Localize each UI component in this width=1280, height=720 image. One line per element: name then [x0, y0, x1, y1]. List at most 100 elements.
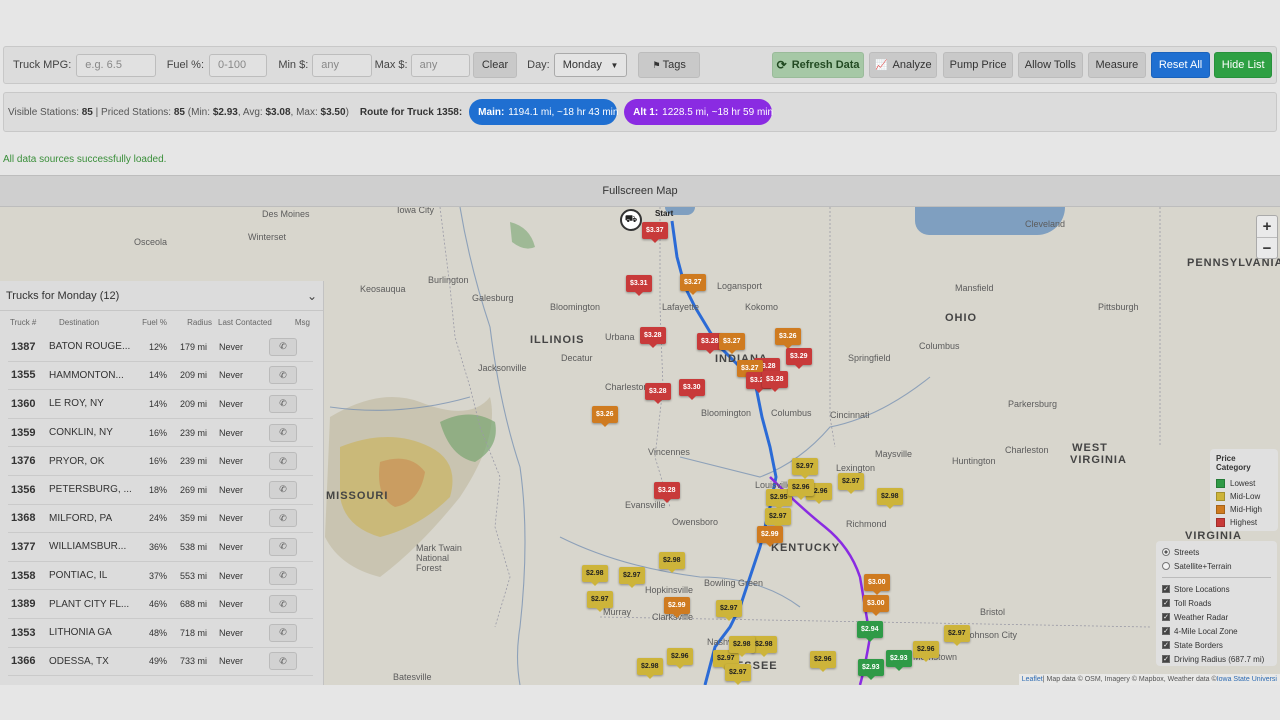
price-marker[interactable]: $2.96 — [810, 651, 836, 672]
price-marker[interactable]: $3.00 — [863, 595, 889, 616]
whatsapp-message-button[interactable]: ✆ — [269, 337, 297, 356]
whatsapp-message-button[interactable]: ✆ — [269, 595, 297, 614]
truck-row[interactable]: 1387 BATON ROUGE... 12% 179 mi Never ✆ — [8, 333, 313, 362]
map-label-winterset: Winterset — [248, 232, 287, 242]
overlay-store-locations[interactable]: ✓ Store Locations — [1162, 582, 1271, 596]
refresh-data-button[interactable]: ⟳ Refresh Data — [771, 52, 865, 78]
whatsapp-message-button[interactable]: ✆ — [269, 537, 297, 556]
price-marker[interactable]: $3.26 — [592, 406, 618, 427]
truck-row[interactable]: 1389 PLANT CITY FL... 46% 688 mi Never ✆ — [8, 590, 313, 619]
price-marker[interactable]: $3.28 — [645, 383, 671, 404]
price-marker[interactable]: $2.93 — [886, 650, 912, 671]
truck-start-icon[interactable]: ⛟ — [620, 209, 642, 231]
overlay-local-zone[interactable]: ✓ 4-Mile Local Zone — [1162, 624, 1271, 638]
main-route-pill[interactable]: Main: 1194.1 mi, ~18 hr 43 min — [469, 99, 618, 125]
price-marker[interactable]: $3.31 — [626, 275, 652, 296]
zoom-out-button[interactable]: − — [1257, 237, 1277, 258]
tags-button[interactable]: ⚑ Tags — [638, 52, 700, 78]
price-marker[interactable]: $3.00 — [864, 574, 890, 595]
truck-row[interactable]: 1376 PRYOR, OK 16% 239 mi Never ✆ — [8, 447, 313, 476]
analyze-button[interactable]: 📈 Analyze — [869, 52, 938, 78]
map-label-vincennes: Vincennes — [648, 447, 690, 457]
price-marker[interactable]: $2.96 — [913, 641, 939, 662]
layer-option-streets[interactable]: Streets — [1162, 545, 1271, 559]
price-marker[interactable]: $2.97 — [587, 591, 613, 612]
mpg-input[interactable]: e.g. 6.5 — [76, 53, 156, 77]
whatsapp-message-button[interactable]: ✆ — [269, 394, 297, 413]
price-marker[interactable]: $2.99 — [664, 597, 690, 618]
price-marker[interactable]: $2.97 — [838, 473, 864, 494]
price-marker[interactable]: $2.94 — [857, 621, 883, 642]
overlay-toll-roads[interactable]: ✓ Toll Roads — [1162, 596, 1271, 610]
layer-option-satellite[interactable]: Satellite+Terrain — [1162, 559, 1271, 573]
price-marker[interactable]: $2.98 — [659, 552, 685, 573]
fullscreen-map-button[interactable]: Fullscreen Map — [0, 175, 1280, 207]
price-marker[interactable]: $3.30 — [679, 379, 705, 400]
truck-row[interactable]: 1356 PETERSBURG, ... 18% 269 mi Never ✆ — [8, 476, 313, 505]
price-marker[interactable]: $2.98 — [751, 636, 777, 657]
truck-row[interactable]: 1368 MILFORD, PA 24% 359 mi Never ✆ — [8, 505, 313, 534]
overlay-weather-radar[interactable]: ✓ Weather Radar — [1162, 610, 1271, 624]
price-marker[interactable]: $2.97 — [944, 625, 970, 646]
whatsapp-message-button[interactable]: ✆ — [269, 452, 297, 471]
truck-row[interactable]: 1355 HAMMONTON... 14% 209 mi Never ✆ — [8, 362, 313, 391]
map-label-springfield: Springfield — [848, 353, 891, 363]
pump-price-button[interactable]: Pump Price — [943, 52, 1013, 78]
price-marker[interactable]: $3.27 — [680, 274, 706, 295]
leaflet-link[interactable]: Leaflet — [1022, 676, 1043, 683]
price-marker[interactable]: $2.97 — [792, 458, 818, 479]
price-marker[interactable]: $2.97 — [716, 600, 742, 621]
whatsapp-message-button[interactable]: ✆ — [269, 652, 297, 671]
price-marker[interactable]: $2.96 — [667, 648, 693, 669]
alt-route-pill[interactable]: Alt 1: 1228.5 mi, ~18 hr 59 min — [624, 99, 773, 125]
price-marker[interactable]: $3.27 — [719, 333, 745, 354]
price-marker[interactable]: $2.98 — [729, 636, 755, 657]
whatsapp-message-button[interactable]: ✆ — [269, 623, 297, 642]
overlay-state-borders[interactable]: ✓ State Borders — [1162, 638, 1271, 652]
stats-close-paren: ) — [345, 106, 349, 118]
truck-row[interactable]: 1358 PONTIAC, IL 37% 553 mi Never ✆ — [8, 562, 313, 591]
truck-row[interactable]: 1359 CONKLIN, NY 16% 239 mi Never ✆ — [8, 419, 313, 448]
truck-row[interactable]: 1353 LITHONIA GA 48% 718 mi Never ✆ — [8, 619, 313, 648]
price-marker[interactable]: $3.28 — [640, 327, 666, 348]
truck-row[interactable]: 1377 WILLIAMSBUR... 36% 538 mi Never ✆ — [8, 533, 313, 562]
measure-button[interactable]: Measure — [1088, 52, 1146, 78]
truck-fuel: 48% — [148, 627, 167, 638]
truck-row[interactable]: 1366 ODESSA, TX 49% 733 mi Never ✆ — [8, 648, 313, 677]
day-select[interactable]: Monday ▼ — [553, 53, 628, 77]
price-marker[interactable]: $3.29 — [786, 348, 812, 369]
zoom-in-button[interactable]: + — [1257, 216, 1277, 237]
overlay-driving-radius[interactable]: ✓ Driving Radius (687.7 mi) — [1162, 652, 1271, 666]
whatsapp-message-button[interactable]: ✆ — [269, 509, 297, 528]
map-view[interactable]: Des Moines Iowa City Winterset Osceola G… — [0, 207, 1280, 685]
price-marker[interactable]: $2.97 — [765, 508, 791, 529]
trucks-panel-header[interactable]: Trucks for Monday (12) ⌄ — [0, 281, 323, 311]
attribution-source-link[interactable]: Iowa State Universi — [1217, 676, 1277, 683]
allow-tolls-button[interactable]: Allow Tolls — [1017, 52, 1084, 78]
price-marker[interactable]: $2.97 — [725, 664, 751, 685]
price-marker[interactable]: $2.98 — [582, 565, 608, 586]
min-price-input[interactable]: any — [312, 53, 372, 77]
price-marker[interactable]: $2.96 — [788, 479, 814, 500]
price-marker[interactable]: $3.28 — [654, 482, 680, 503]
whatsapp-message-button[interactable]: ✆ — [269, 423, 297, 442]
reset-all-button[interactable]: Reset All — [1150, 52, 1211, 78]
price-marker[interactable]: $3.37 — [642, 222, 668, 243]
hide-list-button[interactable]: Hide List — [1214, 52, 1273, 78]
price-marker[interactable]: $2.93 — [858, 659, 884, 680]
price-marker[interactable]: $2.98 — [877, 488, 903, 509]
price-marker[interactable]: $2.99 — [757, 526, 783, 547]
clear-button[interactable]: Clear — [472, 52, 518, 78]
max-price-input[interactable]: any — [410, 53, 470, 77]
truck-fuel: 12% — [148, 341, 167, 352]
whatsapp-message-button[interactable]: ✆ — [269, 566, 297, 585]
price-marker[interactable]: $2.97 — [619, 567, 645, 588]
chevron-down-icon[interactable]: ⌄ — [307, 289, 317, 303]
truck-row[interactable]: 1360 LE ROY, NY 14% 209 mi Never ✆ — [8, 390, 313, 419]
fuel-input[interactable]: 0-100 — [209, 53, 268, 77]
price-marker[interactable]: $3.28 — [762, 371, 788, 392]
whatsapp-message-button[interactable]: ✆ — [269, 480, 297, 499]
price-marker[interactable]: $2.98 — [637, 658, 663, 679]
whatsapp-message-button[interactable]: ✆ — [269, 366, 297, 385]
price-marker[interactable]: $3.26 — [775, 328, 801, 349]
